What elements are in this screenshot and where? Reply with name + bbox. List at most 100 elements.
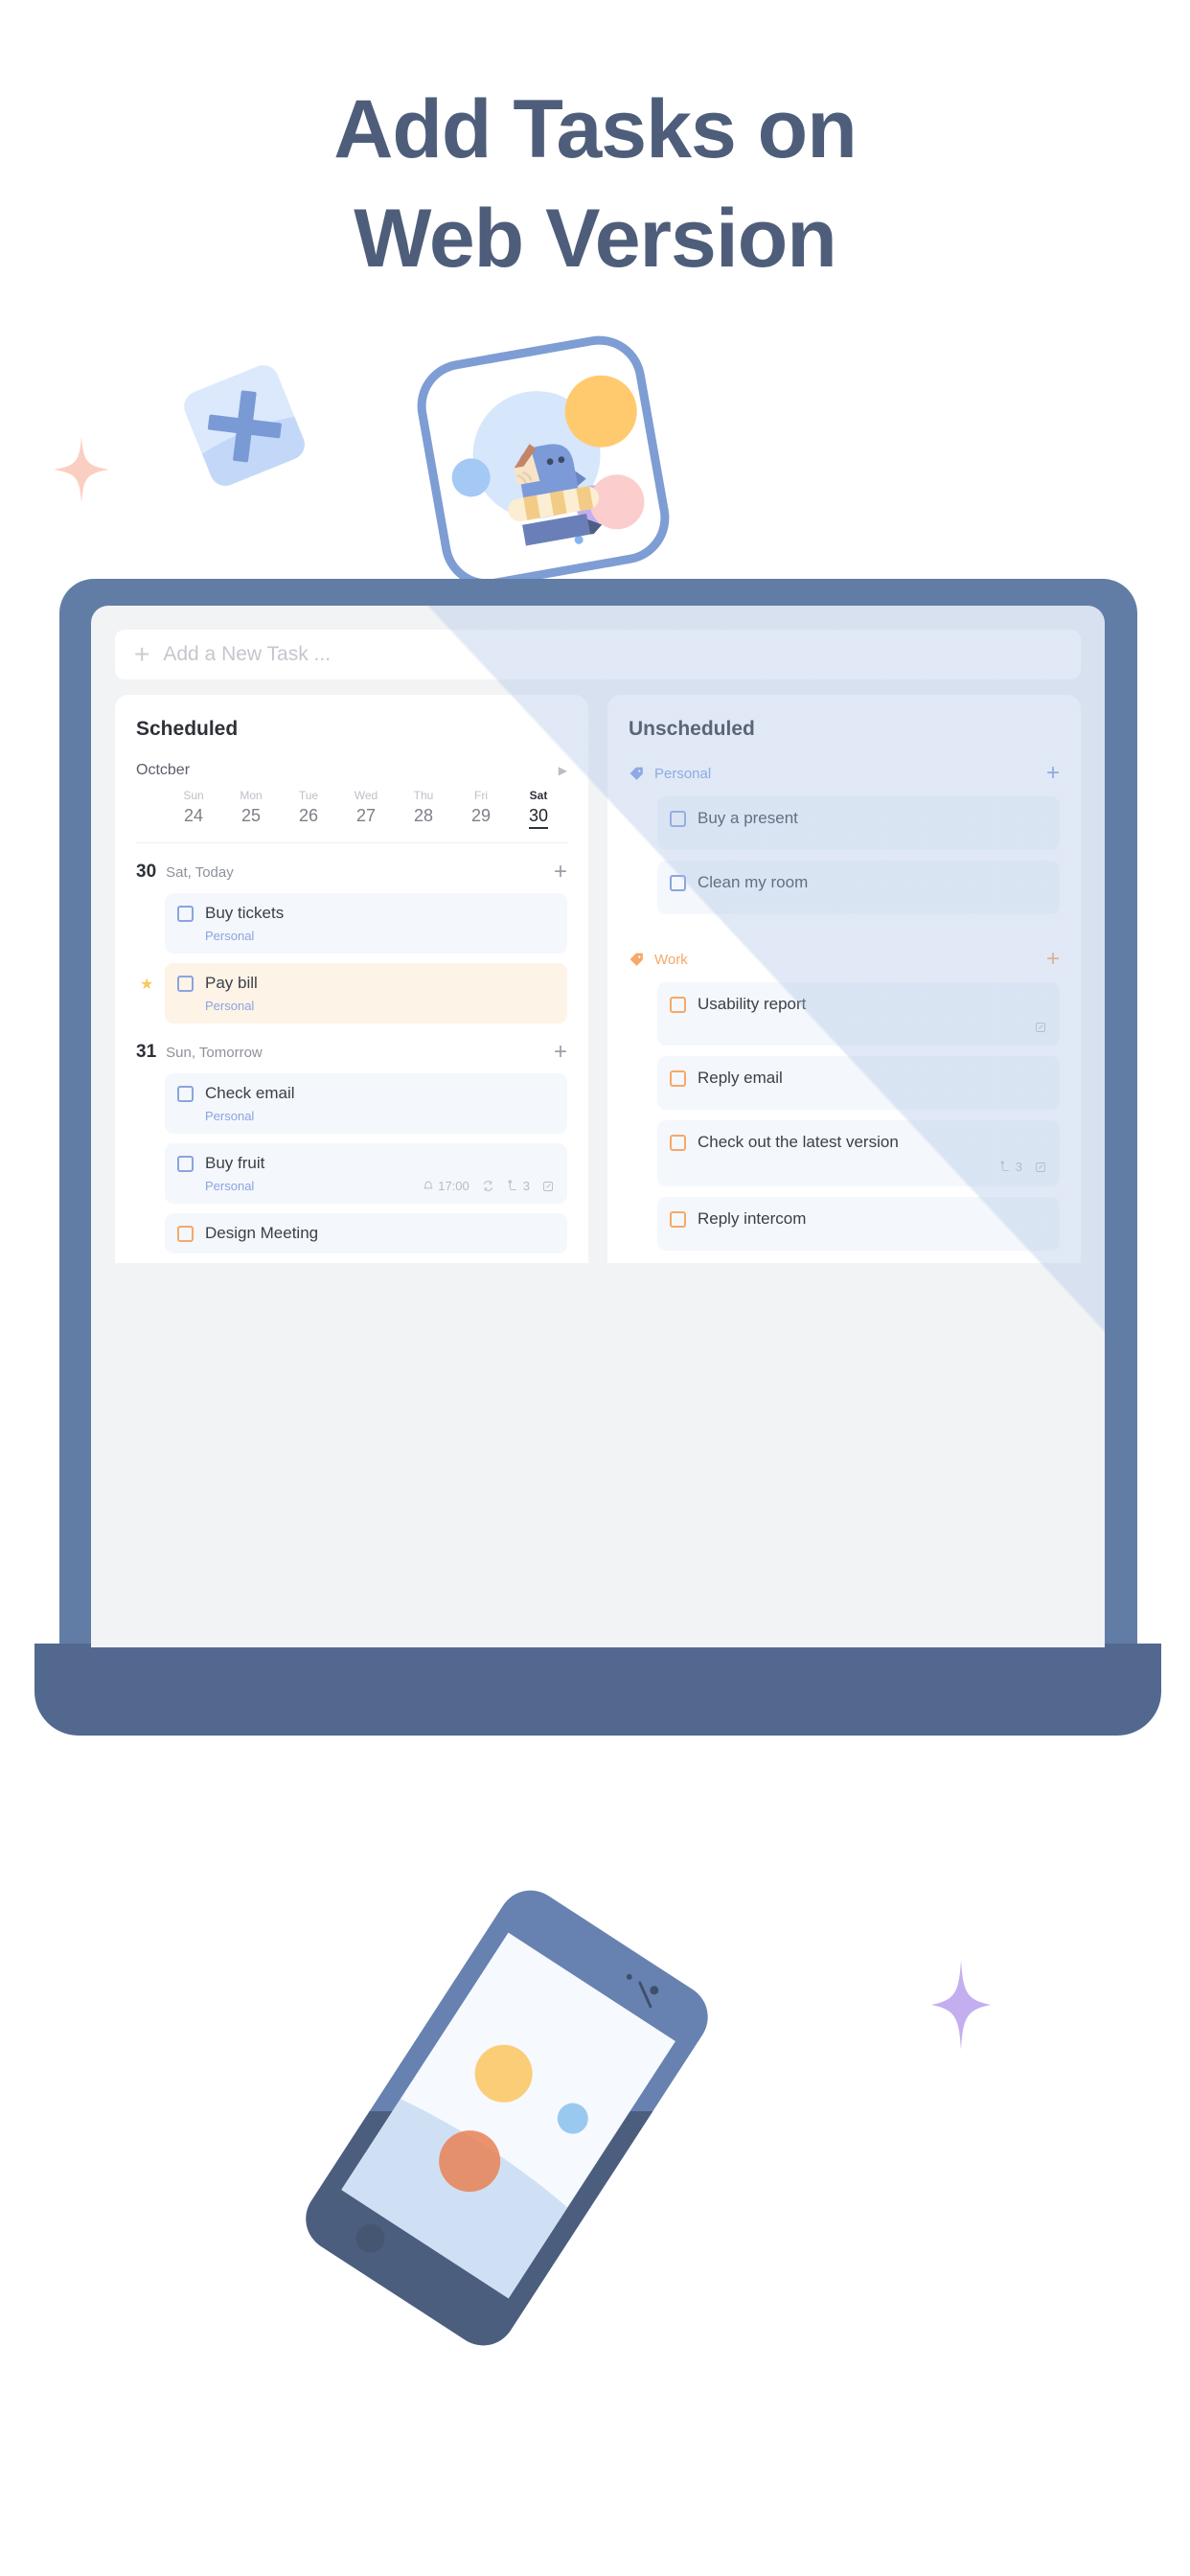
reminder-time: 17:00 — [438, 1179, 469, 1193]
section-header-personal: Personal + — [629, 762, 1060, 785]
illustration-inner — [420, 338, 666, 585]
task-name: Usability report — [698, 995, 807, 1013]
task-checkbox[interactable] — [670, 996, 686, 1013]
chevron-right-icon[interactable]: ▶ — [559, 764, 567, 777]
plus-icon[interactable]: + — [1046, 762, 1060, 785]
calendar-day[interactable]: Wed 27 — [337, 789, 395, 829]
task-main: Design Meeting — [177, 1224, 554, 1243]
task-meta-row: Personal — [177, 929, 554, 943]
plus-tile-icon — [179, 360, 309, 491]
task-main: Check out the latest version — [670, 1133, 1046, 1152]
task-name: Design Meeting — [205, 1224, 319, 1242]
calendar-date: 30 — [528, 806, 549, 829]
illustration-card — [409, 328, 677, 596]
task-row[interactable]: Buy a present — [657, 796, 1060, 850]
task-row[interactable]: Design Meeting — [165, 1213, 567, 1254]
task-row[interactable]: Check email Personal — [165, 1073, 567, 1134]
plus-icon[interactable]: + — [554, 861, 567, 884]
section-header-work: Work + — [629, 948, 1060, 971]
task-tag: Personal — [205, 999, 255, 1013]
task-checkbox[interactable] — [670, 874, 686, 891]
add-new-task-bar[interactable]: + Add a New Task ... — [115, 630, 1081, 679]
note-edit-icon — [1036, 1162, 1045, 1172]
task-main: Reply intercom — [670, 1209, 1046, 1229]
task-name: Buy a present — [698, 809, 798, 827]
task-main: Pay bill — [177, 974, 554, 993]
calendar-week-strip: Sun 24 Mon 25 Tue 26 Wed 27 Thu 28 Fri 2… — [136, 789, 567, 829]
day-label: Sun, Tomorrow — [166, 1044, 263, 1061]
plus-icon: + — [134, 639, 150, 669]
task-checkbox[interactable] — [670, 1134, 686, 1151]
calendar-date: 29 — [470, 806, 492, 825]
calendar-day[interactable]: Fri 29 — [452, 789, 510, 829]
task-main: Buy fruit — [177, 1154, 554, 1173]
calendar-day[interactable]: Tue 26 — [280, 789, 337, 829]
task-tag: Personal — [205, 1109, 255, 1123]
plus-icon[interactable]: + — [554, 1041, 567, 1064]
reminder-meta: 17:00 — [423, 1179, 469, 1193]
phone-illustration — [293, 1877, 721, 2358]
day-group: 31 Sun, Tomorrow + Check email Personal — [136, 1041, 567, 1254]
day-number: 30 — [136, 862, 157, 882]
task-name: Check email — [205, 1084, 295, 1102]
subtask-count: 3 — [522, 1179, 530, 1193]
task-main: Buy tickets — [177, 904, 554, 923]
task-checkbox[interactable] — [177, 975, 194, 992]
task-row[interactable]: Check out the latest version 3 — [657, 1120, 1060, 1186]
task-row[interactable]: Buy tickets Personal — [165, 893, 567, 954]
day-number: 31 — [136, 1042, 157, 1062]
task-row[interactable]: Usability report — [657, 982, 1060, 1046]
subtask-meta: 3 — [507, 1179, 530, 1193]
calendar-day-selected[interactable]: Sat 30 — [510, 789, 567, 829]
task-name: Buy tickets — [205, 904, 285, 922]
star-icon[interactable]: ★ — [140, 975, 153, 994]
laptop-screen: + Add a New Task ... Scheduled Octcber ▶… — [91, 606, 1105, 1647]
task-main: Clean my room — [670, 873, 1046, 892]
day-group-header: 31 Sun, Tomorrow + — [136, 1041, 567, 1064]
task-checkbox[interactable] — [177, 1085, 194, 1102]
calendar-date: 24 — [183, 806, 204, 825]
calendar-dow: Fri — [474, 789, 488, 802]
task-name: Buy fruit — [205, 1154, 265, 1172]
subtask-count: 3 — [1015, 1160, 1022, 1174]
calendar-dow: Thu — [413, 789, 434, 802]
task-name: Pay bill — [205, 974, 258, 992]
task-checkbox[interactable] — [670, 1070, 686, 1087]
calendar-day[interactable]: Sun 24 — [165, 789, 222, 829]
task-row[interactable]: ★ Pay bill Personal — [140, 963, 567, 1024]
task-row[interactable]: Reply email — [657, 1056, 1060, 1110]
sparkle-purple-icon — [931, 1960, 991, 2050]
task-row[interactable]: Clean my room — [657, 861, 1060, 914]
laptop-base — [34, 1644, 1161, 1736]
calendar-divider — [136, 842, 567, 843]
task-name: Reply intercom — [698, 1209, 807, 1228]
task-meta-row — [670, 1022, 1046, 1033]
subtask-meta: 3 — [999, 1160, 1022, 1174]
task-meta-icons — [1035, 1022, 1046, 1033]
task-name: Reply email — [698, 1069, 783, 1087]
task-row[interactable]: Buy fruit Personal 17:00 3 — [165, 1143, 567, 1204]
calendar-day[interactable]: Thu 28 — [395, 789, 452, 829]
task-checkbox[interactable] — [177, 1225, 194, 1242]
task-main: Usability report — [670, 995, 1046, 1014]
note-edit-icon — [543, 1181, 553, 1191]
note-edit-icon — [1036, 1023, 1045, 1032]
task-checkbox[interactable] — [670, 1210, 686, 1228]
calendar-day[interactable]: Mon 25 — [222, 789, 280, 829]
scheduled-panel: Scheduled Octcber ▶ Sun 24 Mon 25 Tue 26… — [115, 695, 588, 1263]
plus-icon[interactable]: + — [1046, 948, 1060, 971]
task-name: Clean my room — [698, 873, 809, 891]
panels-container: Scheduled Octcber ▶ Sun 24 Mon 25 Tue 26… — [115, 695, 1081, 1263]
task-checkbox[interactable] — [177, 1155, 194, 1172]
task-row[interactable]: Reply intercom — [657, 1197, 1060, 1251]
day-label: Sat, Today — [166, 863, 234, 881]
subtask-icon — [1000, 1161, 1009, 1172]
task-tag: Personal — [205, 1179, 255, 1193]
repeat-icon — [483, 1181, 492, 1191]
tag-icon — [629, 767, 643, 780]
add-task-placeholder: Add a New Task ... — [163, 643, 332, 665]
calendar-date: 28 — [413, 806, 434, 825]
task-checkbox[interactable] — [177, 905, 194, 922]
task-checkbox[interactable] — [670, 810, 686, 827]
